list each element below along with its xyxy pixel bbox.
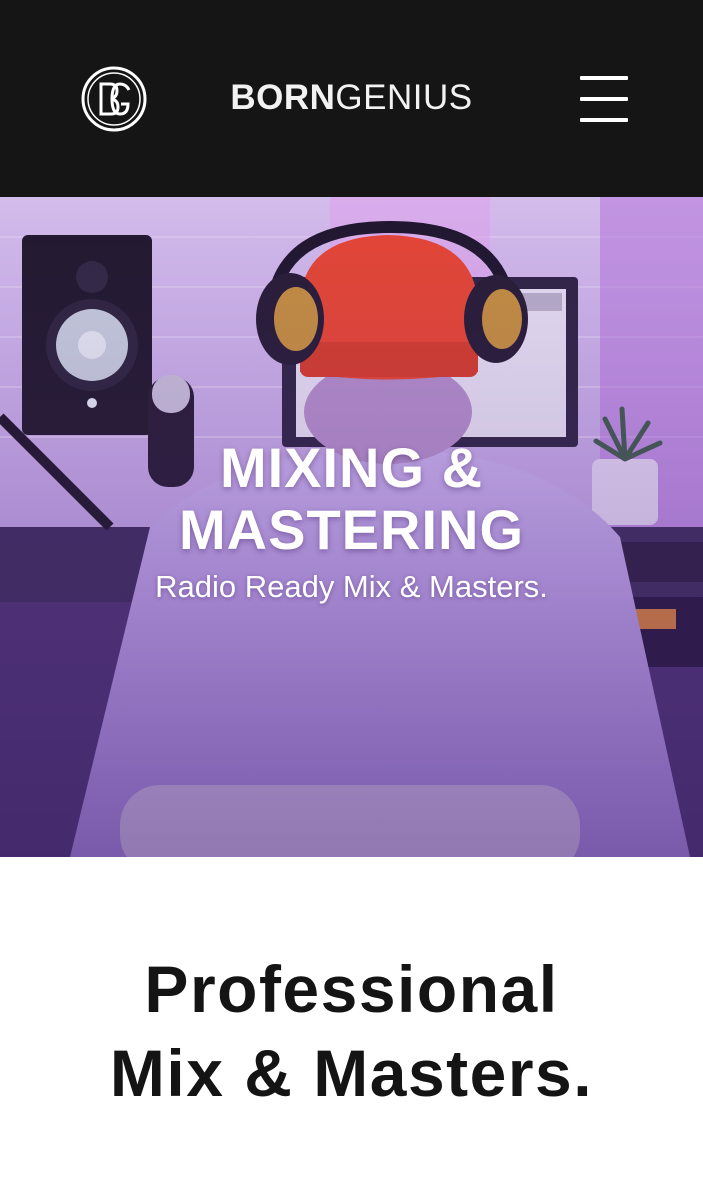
hero-text-block: MIXING & MASTERING Radio Ready Mix & Mas… (0, 437, 703, 605)
section-heading-line2: Mix & Masters. (109, 1036, 594, 1110)
intro-section: Professional Mix & Masters. (0, 857, 703, 1200)
site-header: BORNGENIUS (0, 0, 703, 197)
hero-banner: MIXING & MASTERING Radio Ready Mix & Mas… (0, 197, 703, 857)
menu-bar (580, 76, 628, 80)
brand-light-text: GENIUS (335, 78, 473, 117)
section-heading-line1: Professional (144, 952, 559, 1026)
brand-bold-text: BORN (230, 78, 336, 117)
hero-subtitle: Radio Ready Mix & Masters. (155, 569, 548, 604)
section-heading: Professional Mix & Masters. (0, 947, 703, 1115)
hero-title: MIXING & MASTERING (179, 436, 524, 561)
menu-bar (580, 118, 628, 122)
menu-bar (580, 97, 628, 101)
hamburger-menu-icon[interactable] (578, 74, 630, 124)
